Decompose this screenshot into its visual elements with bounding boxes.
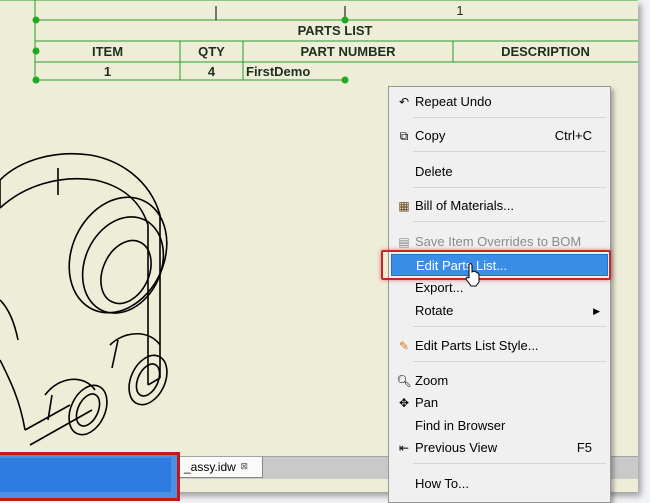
menu-item-bill-of-materials[interactable]: ▦ Bill of Materials... [391,195,608,217]
menu-item-how-to[interactable]: How To... [391,473,608,495]
menu-item-delete[interactable]: Delete [391,161,608,183]
menu-item-label: Export... [415,280,464,295]
cell-part-number: FirstDemo [246,64,311,79]
undo-arrow-icon: ↶ [398,95,410,109]
menu-item-label: Repeat Undo [415,94,492,109]
menu-item-label: Rotate [415,303,454,318]
menu-item-label: Find in Browser [415,418,506,433]
header-item: ITEM [91,44,124,59]
menu-item-edit-parts-list-style[interactable]: ✎ Edit Parts List Style... [391,335,608,357]
style-icon: ✎ [398,339,410,353]
menu-item-previous-view[interactable]: ⇤ Previous View F5 [391,437,608,459]
pan-icon: ✥ [398,396,410,410]
menu-item-label: Pan [415,395,439,410]
menu-separator [413,361,606,362]
cell-item: 1 [103,64,112,79]
menu-separator [413,326,606,327]
menu-item-export[interactable]: Export... [391,277,608,299]
previous-view-icon: ⇤ [398,441,410,455]
menu-separator [413,463,606,464]
menu-item-repeat-undo[interactable]: ↶ Repeat Undo [391,91,608,113]
cell-qty: 4 [207,64,216,79]
menu-item-label: Copy [415,128,446,143]
menu-item-copy[interactable]: ⧉ Copy Ctrl+C [391,125,608,147]
menu-separator [413,221,606,222]
highlighted-panel[interactable] [0,452,180,501]
menu-separator [413,117,606,118]
zoom-icon: 🔍︎ [396,374,412,388]
menu-item-label: Edit Parts List Style... [415,338,539,353]
menu-item-pan[interactable]: ✥ Pan [391,392,608,414]
sheet-zone-number: 1 [456,3,464,18]
isometric-part [0,152,168,446]
highlight-callout [381,250,611,280]
copy-icon: ⧉ [399,129,409,143]
menu-item-label: Bill of Materials... [415,198,514,213]
menu-separator [413,187,606,188]
parts-list-title: PARTS LIST [297,23,373,38]
bill-of-materials-icon: ▦ [398,199,410,213]
header-part-number: PART NUMBER [300,44,396,59]
menu-item-label: Zoom [415,373,449,388]
document-tab[interactable]: _assy.idw ⊠ [177,457,263,478]
context-menu: ↶ Repeat Undo ⧉ Copy Ctrl+C Delete ▦ Bil… [388,86,611,503]
mouse-pointer-icon [465,263,480,287]
header-qty: QTY [198,44,225,59]
menu-item-label: How To... [415,476,469,491]
menu-item-shortcut: Ctrl+C [554,128,592,143]
document-tab-label: _assy.idw [184,460,236,474]
menu-separator [413,151,606,152]
menu-item-shortcut: F5 [576,440,592,455]
tab-pin-icon[interactable]: ⊠ [240,456,248,476]
menu-item-zoom[interactable]: 🔍︎ Zoom [391,370,608,392]
menu-item-label: Delete [415,164,453,179]
menu-item-find-in-browser[interactable]: Find in Browser [391,415,608,437]
submenu-arrow-icon: ▶ [593,306,600,316]
header-description: DESCRIPTION [501,44,590,59]
panel-fill [0,458,171,492]
menu-item-rotate[interactable]: Rotate ▶ [391,300,608,322]
menu-item-label: Previous View [415,440,498,455]
